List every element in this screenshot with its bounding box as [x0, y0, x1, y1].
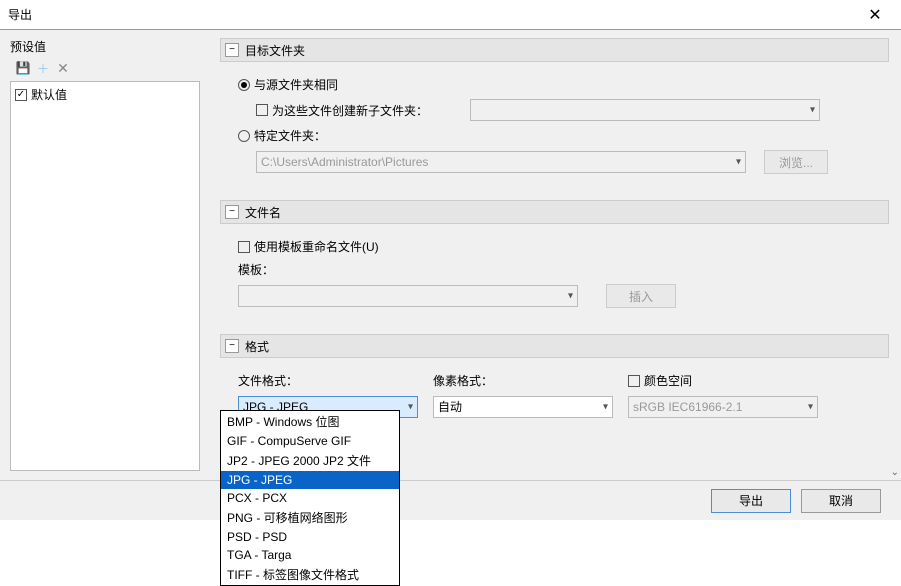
radio-specific-folder[interactable]: 特定文件夹：: [238, 127, 326, 144]
delete-icon[interactable]: ✕: [54, 59, 72, 77]
chevron-down-icon: ▾: [808, 401, 813, 412]
template-label: 模板：: [238, 261, 274, 278]
export-button[interactable]: 导出: [711, 489, 791, 513]
file-format-option[interactable]: JPG - JPEG: [221, 471, 399, 489]
pixel-format-combo[interactable]: 自动 ▾: [433, 396, 613, 418]
checkbox-icon: [238, 241, 250, 253]
preset-list[interactable]: 默认值: [10, 81, 200, 471]
checkbox-create-subfolder[interactable]: 为这些文件创建新子文件夹：: [256, 102, 428, 119]
chevron-down-icon: ▾: [603, 401, 608, 412]
radio-icon: [238, 130, 250, 142]
section-target-folder[interactable]: 目标文件夹: [220, 38, 889, 62]
file-format-option[interactable]: PNG - 可移植网络图形: [221, 507, 399, 528]
checkbox-icon: [628, 375, 640, 387]
path-value: C:\Users\Administrator\Pictures: [261, 155, 428, 169]
close-icon[interactable]: ✕: [857, 5, 893, 25]
file-format-label: 文件格式：: [238, 372, 433, 389]
section-title: 文件名: [245, 204, 281, 221]
preset-label: 预设值: [10, 38, 200, 55]
save-icon[interactable]: 💾: [14, 59, 32, 77]
file-format-dropdown[interactable]: BMP - Windows 位图GIF - CompuServe GIFJP2 …: [220, 410, 400, 586]
file-format-option[interactable]: PSD - PSD: [221, 528, 399, 546]
collapse-icon[interactable]: [225, 43, 239, 57]
insert-button: 插入: [606, 284, 676, 308]
file-format-option[interactable]: JP2 - JPEG 2000 JP2 文件: [221, 450, 399, 471]
checkbox-icon: [256, 104, 268, 116]
radio-icon: [238, 79, 250, 91]
pixel-format-label: 像素格式：: [433, 372, 628, 389]
scroll-down-icon[interactable]: ⌄: [891, 467, 899, 478]
section-filename[interactable]: 文件名: [220, 200, 889, 224]
collapse-icon[interactable]: [225, 205, 239, 219]
section-title: 目标文件夹: [245, 42, 305, 59]
path-combo: C:\Users\Administrator\Pictures ▾: [256, 151, 746, 173]
subfolder-combo: ▾: [470, 99, 820, 121]
checkbox-use-template[interactable]: 使用模板重命名文件(U): [238, 238, 379, 255]
file-format-option[interactable]: TIFF - 标签图像文件格式: [221, 564, 399, 585]
template-combo: ▾: [238, 285, 578, 307]
collapse-icon[interactable]: [225, 339, 239, 353]
preset-item-default[interactable]: 默认值: [15, 86, 195, 103]
chevron-down-icon: ▾: [810, 105, 815, 116]
section-format[interactable]: 格式: [220, 334, 889, 358]
preset-toolbar: 💾 ＋ ✕: [10, 59, 200, 77]
settings-panel: 目标文件夹 与源文件夹相同 为这些文件创建新子文件夹： ▾: [210, 30, 901, 480]
file-format-option[interactable]: BMP - Windows 位图: [221, 411, 399, 432]
radio-same-as-source[interactable]: 与源文件夹相同: [238, 76, 338, 93]
file-format-option[interactable]: TGA - Targa: [221, 546, 399, 564]
file-format-option[interactable]: GIF - CompuServe GIF: [221, 432, 399, 450]
preset-item-label: 默认值: [31, 86, 67, 103]
chevron-down-icon: ▾: [736, 157, 741, 168]
colorspace-combo: sRGB IEC61966-2.1 ▾: [628, 396, 818, 418]
chevron-down-icon: ▾: [568, 291, 573, 302]
browse-button: 浏览...: [764, 150, 828, 174]
add-icon[interactable]: ＋: [34, 59, 52, 77]
window-title: 导出: [8, 6, 857, 23]
checkbox-colorspace[interactable]: 颜色空间: [628, 372, 692, 389]
checkbox-icon[interactable]: [15, 89, 27, 101]
sidebar: 预设值 💾 ＋ ✕ 默认值: [0, 30, 210, 480]
file-format-option[interactable]: PCX - PCX: [221, 489, 399, 507]
cancel-button[interactable]: 取消: [801, 489, 881, 513]
titlebar: 导出 ✕: [0, 0, 901, 30]
chevron-down-icon: ▾: [408, 401, 413, 412]
main-area: 预设值 💾 ＋ ✕ 默认值 目标文件夹 与源文件夹相同: [0, 30, 901, 480]
section-title: 格式: [245, 338, 269, 355]
footer: 导出 取消: [0, 480, 901, 520]
